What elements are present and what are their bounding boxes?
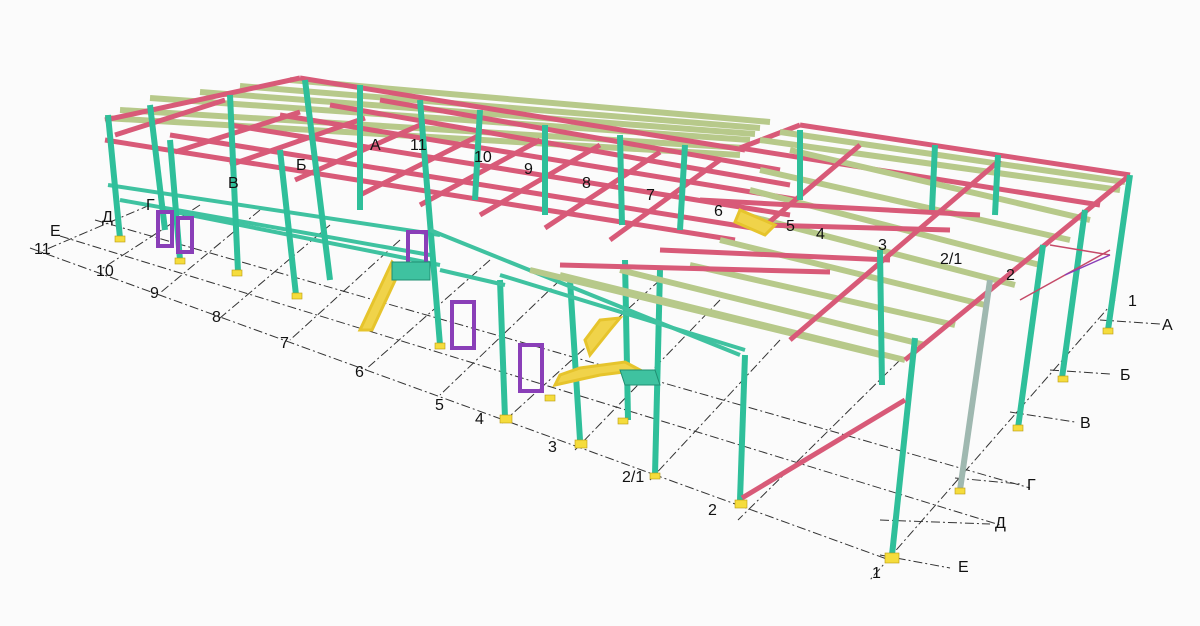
axis-label-4-top: 4 <box>816 226 825 243</box>
base-plate <box>434 342 446 350</box>
axis-label-a-top: А <box>370 137 381 154</box>
base-plate <box>499 414 513 424</box>
column <box>992 154 1001 216</box>
column <box>1105 174 1133 331</box>
brace <box>1064 254 1111 276</box>
axis-label-9-bottom: 9 <box>150 285 159 302</box>
base-plate <box>114 235 126 243</box>
axis-label-7-bottom: 7 <box>280 335 289 352</box>
base-plate <box>231 269 243 277</box>
axis-label-21-top: 2/1 <box>940 251 962 268</box>
axis-label-5-bottom: 5 <box>435 397 444 414</box>
base-plate <box>649 472 661 480</box>
axis-label-v-right: В <box>1080 415 1091 432</box>
brace <box>740 397 907 501</box>
grid-line-b <box>1049 369 1111 375</box>
column <box>737 354 748 501</box>
door-frame <box>518 343 544 393</box>
structure-drawing: А Б В Г Д Е 1 1 2 2/1 3 4 5 6 7 8 9 10 1… <box>29 75 1173 582</box>
axis-label-4-bottom: 4 <box>475 411 484 428</box>
base-plate <box>617 417 629 425</box>
column <box>497 279 508 419</box>
column <box>929 144 938 211</box>
floor-beam <box>164 208 441 267</box>
axis-label-g-right: Г <box>1027 477 1036 494</box>
axis-label-g-left: Г <box>146 197 155 214</box>
base-plate <box>1102 327 1114 335</box>
left-block <box>104 75 801 476</box>
axis-label-5-top: 5 <box>786 218 795 235</box>
axis-label-11-left: 11 <box>34 241 51 258</box>
column <box>1015 244 1046 429</box>
axis-label-2-top: 2 <box>1006 267 1015 284</box>
grid-lines <box>29 204 1161 581</box>
axis-label-11-top: 11 <box>410 137 427 154</box>
base-plate <box>884 552 900 564</box>
axis-label-2-bottom: 2 <box>708 502 717 519</box>
axis-label-8-top: 8 <box>582 175 591 192</box>
axis-label-6-top: 6 <box>714 203 723 220</box>
axis-label-e-right: Е <box>958 559 969 576</box>
column <box>1059 209 1088 379</box>
stair-landing <box>391 261 431 281</box>
grid-line-2 <box>737 359 901 521</box>
column <box>617 134 625 226</box>
base-plate <box>1012 424 1024 432</box>
main-beam <box>559 262 831 275</box>
base-plate <box>544 394 556 402</box>
axis-label-3-top: 3 <box>878 237 887 254</box>
grid-line-row-e <box>29 247 896 563</box>
base-plates <box>114 235 1114 564</box>
base-plate <box>574 439 588 449</box>
axis-label-e-left: Е <box>50 223 61 240</box>
axis-label-7-top: 7 <box>646 187 655 204</box>
axis-label-v-top: В <box>228 175 239 192</box>
axis-label-3-bottom: 3 <box>548 439 557 456</box>
stair-landing <box>619 369 661 386</box>
column <box>877 249 885 386</box>
stair-flight <box>583 316 624 359</box>
grid-line-g <box>954 477 1021 485</box>
axis-label-8-bottom: 8 <box>212 309 221 326</box>
axis-label-10-bottom: 10 <box>96 263 114 280</box>
column <box>622 259 631 421</box>
axis-label-d-right: Д <box>995 515 1006 532</box>
steel-frame-3d-view: А Б В Г Д Е 1 1 2 2/1 3 4 5 6 7 8 9 10 1… <box>0 0 1200 621</box>
axis-label-6-bottom: 6 <box>355 364 364 381</box>
axis-label-b-top: Б <box>296 157 307 174</box>
base-plate <box>1057 375 1069 383</box>
axis-label-1-right: 1 <box>1128 293 1137 310</box>
axis-label-9-top: 9 <box>524 161 533 178</box>
base-plate <box>174 257 186 265</box>
axis-label-1-bottom: 1 <box>872 565 881 582</box>
axis-label-10-top: 10 <box>474 149 492 166</box>
base-plate <box>291 292 303 300</box>
grid-line-21 <box>649 339 781 481</box>
base-plate <box>954 487 966 495</box>
axis-label-21-bottom: 2/1 <box>622 469 644 486</box>
column <box>889 337 918 556</box>
axis-label-b-right: Б <box>1120 367 1131 384</box>
axis-label-d-left: Д <box>102 209 113 226</box>
base-plate <box>734 499 748 509</box>
floor-beam <box>439 268 506 287</box>
axis-label-a-right: А <box>1162 317 1173 334</box>
